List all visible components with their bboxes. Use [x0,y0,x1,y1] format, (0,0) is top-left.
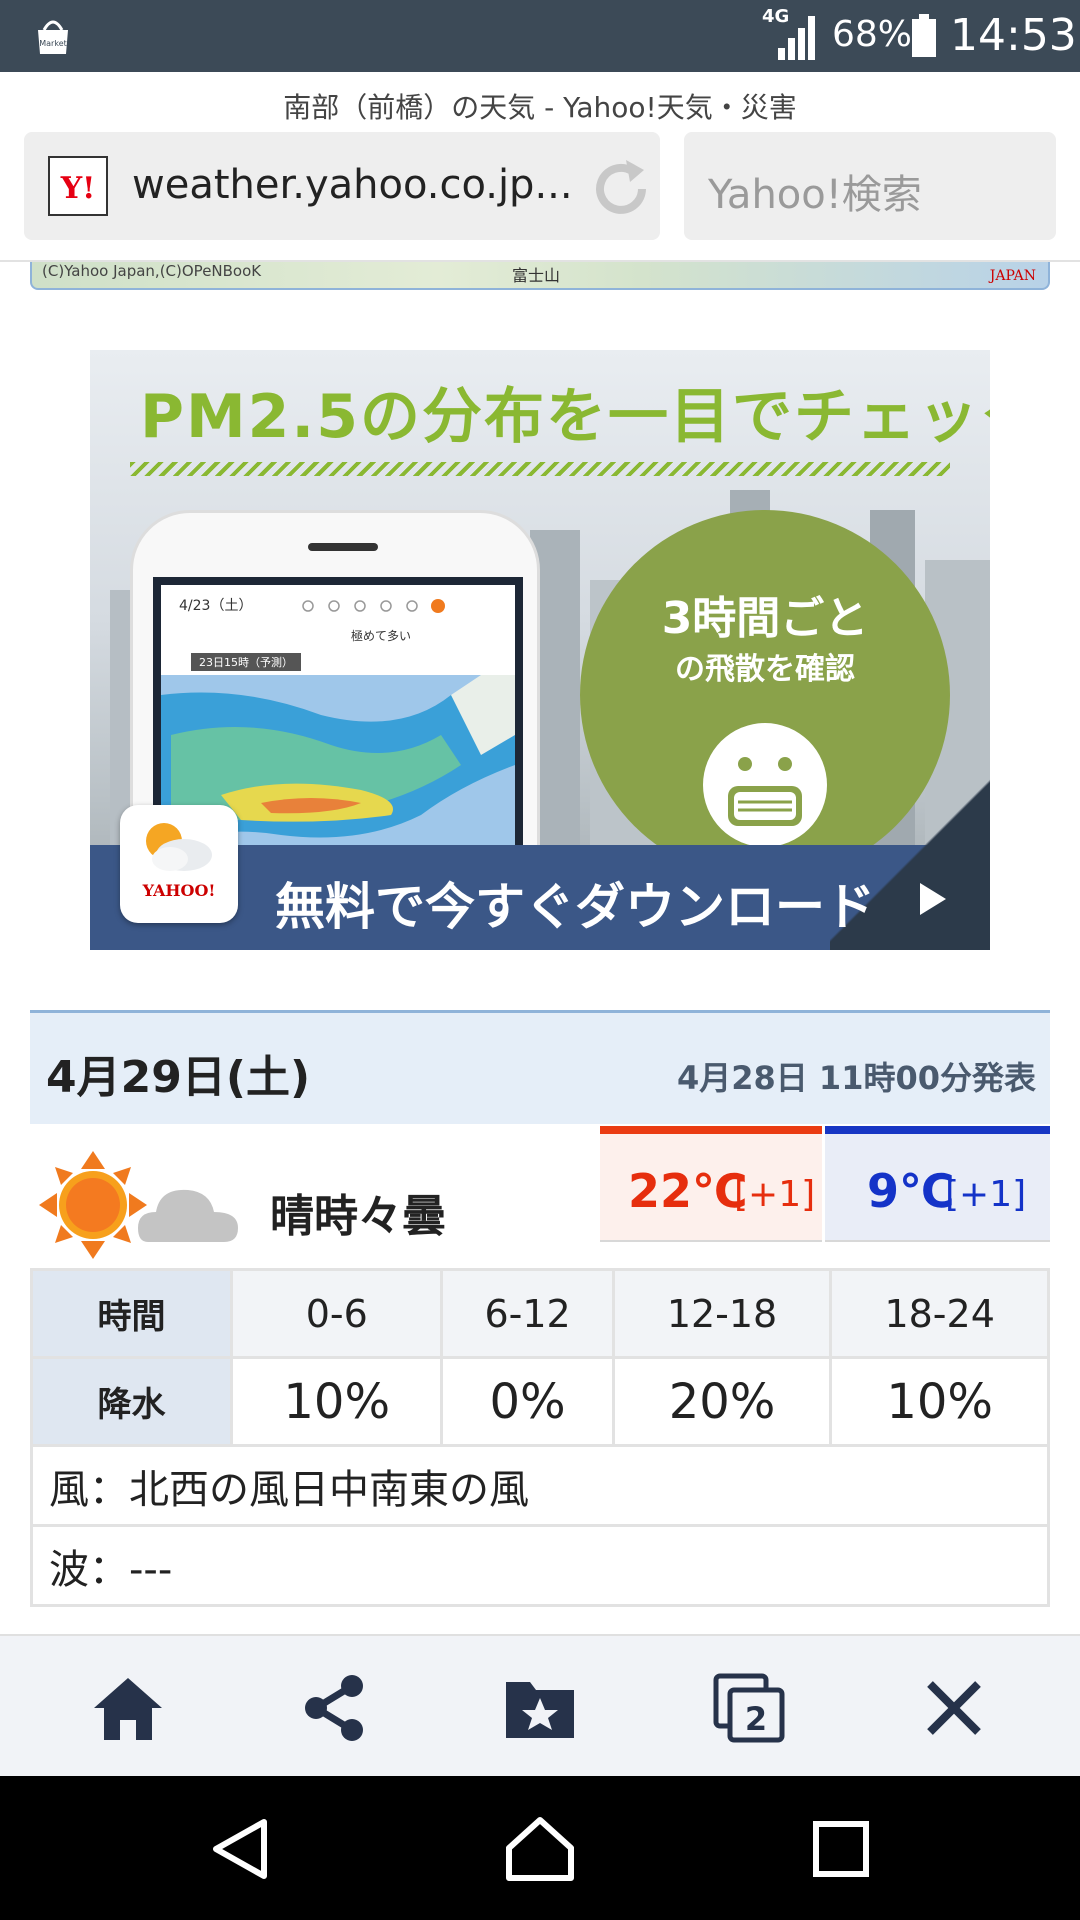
battery-percent: 68% [832,14,913,55]
status-bar: Market 4G 68% 14:53 [0,0,1080,72]
download-text[interactable]: 無料で今すぐダウンロード [275,867,875,939]
close-icon[interactable] [916,1672,992,1744]
precip-cell: 10% [229,1356,444,1447]
market-icon: Market [38,20,68,54]
home-icon[interactable] [90,1672,166,1744]
url-text[interactable]: weather.yahoo.co.jp... [132,162,573,208]
bookmark-icon[interactable] [502,1672,578,1744]
ad-divider [130,462,950,476]
table-row: 時間 0-6 6-12 12-18 18-24 [30,1268,1050,1359]
reload-icon[interactable] [586,154,656,224]
share-icon[interactable] [296,1672,372,1744]
low-temp: 9℃ [867,1164,955,1218]
period-cell: 18-24 [829,1268,1050,1359]
high-temp-box: 22℃ [+1] [600,1126,822,1242]
search-input[interactable]: Yahoo!検索 [684,132,1056,240]
high-temp-diff: [+1] [734,1174,816,1215]
period-cell: 0-6 [229,1268,444,1359]
map-strip[interactable]: (C)Yahoo Japan,(C)OPeNBooK 富士山 JAPAN [30,262,1050,290]
precip-header: 降水 [30,1356,233,1447]
mask-face-icon [703,723,827,847]
phone-time-label: 23日15時（予測） [191,653,301,671]
ad-headline: PM2.5の分布を一目でチェック [140,382,990,452]
precip-cell: 10% [829,1356,1050,1447]
phone-level-label: 極めて多い [351,629,412,643]
wind-info: 風：北西の風日中南東の風 [30,1444,1050,1527]
clock: 14:53 [950,10,1077,61]
browser-header: 南部（前橋）の天気 - Yahoo!天気・災害 Y! weather.yahoo… [0,72,1080,262]
phone-date: 4/23（土） [179,598,253,614]
battery-icon [912,14,936,57]
yahoo-weather-app-icon: YAHOO! [120,805,238,923]
map-credit: (C)Yahoo Japan,(C)OPeNBooK [42,262,262,280]
app-ad-banner[interactable]: PM2.5の分布を一目でチェック 4/23（土） 極めて多い 23日15時（予測… [90,350,990,950]
wave-info: 波：--- [30,1524,1050,1607]
back-icon[interactable] [206,1814,276,1884]
signal-icon [778,16,815,60]
level-dots [302,599,445,613]
yahoo-favicon-icon: Y! [48,156,108,216]
period-cell: 6-12 [440,1268,615,1359]
issued-time: 4月28日 11時00分発表 [676,1059,1036,1097]
home-nav-icon[interactable] [505,1814,575,1884]
map-brand: JAPAN [989,268,1036,284]
svg-text:Y!: Y! [60,171,96,206]
table-row: 風：北西の風日中南東の風 [30,1444,1050,1527]
precip-cell: 0% [440,1356,615,1447]
precipitation-table: 時間 0-6 6-12 12-18 18-24 降水 10% 0% 20% 10… [30,1268,1050,1607]
precip-cell: 20% [611,1356,833,1447]
svg-text:Market: Market [39,39,67,48]
tab-count: 2 [745,1700,767,1738]
weather-summary: 晴時々曇 22℃ [+1] 9℃ [+1] [30,1124,1050,1278]
high-temp: 22℃ [628,1164,748,1218]
sunny-cloudy-icon [39,1151,238,1259]
play-arrow-icon [920,883,946,915]
map-place-label: 富士山 [512,266,561,285]
browser-toolbar: 2 [0,1634,1080,1776]
system-nav-bar [0,1776,1080,1920]
low-temp-box: 9℃ [+1] [825,1126,1050,1242]
tabs-icon[interactable]: 2 [712,1672,788,1744]
phone-mockup: 4/23（土） 極めて多い 23日15時（予測） [130,510,540,857]
page-title: 南部（前橋）の天気 - Yahoo!天気・災害 [283,91,797,124]
table-row: 降水 10% 0% 20% 10% [30,1356,1050,1447]
table-row: 波：--- [30,1524,1050,1607]
time-header: 時間 [30,1268,233,1359]
forecast-date: 4月29日(土) [46,1052,311,1103]
address-bar[interactable]: Y! weather.yahoo.co.jp... [24,132,660,240]
weather-description: 晴時々曇 [270,1191,446,1242]
low-temp-diff: [+1] [945,1174,1027,1215]
phone-speaker [308,543,378,551]
app-brand: YAHOO! [142,881,216,900]
period-cell: 12-18 [611,1268,833,1359]
recents-icon[interactable] [806,1814,876,1884]
circle-line-2: の飛散を確認 [675,652,855,687]
forecast-header: 4月29日(土) 4月28日 11時00分発表 [30,1010,1050,1124]
circle-line-1: 3時間ごと [661,593,869,644]
